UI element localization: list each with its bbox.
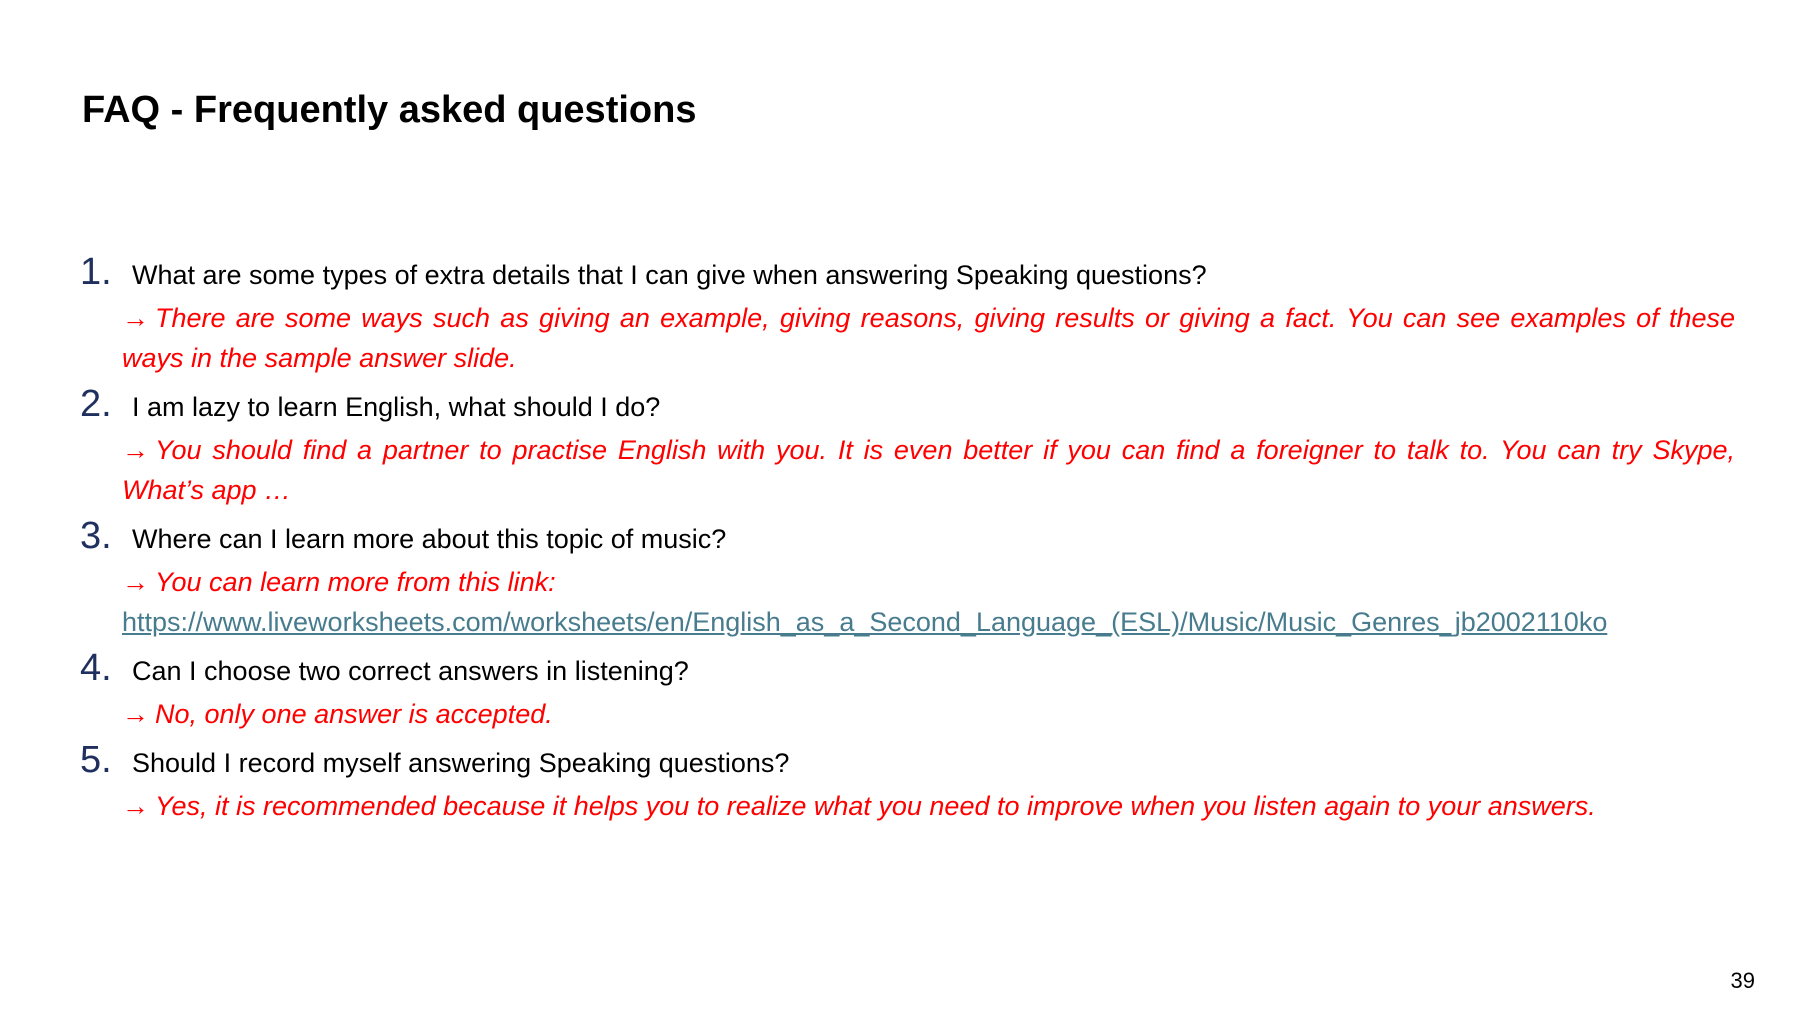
right-arrow-icon: → xyxy=(122,303,149,333)
answer-content: You can learn more from this link: xyxy=(155,567,556,597)
question-row: 1. What are some types of extra details … xyxy=(80,252,1735,292)
slide: FAQ - Frequently asked questions 1. What… xyxy=(0,0,1800,1012)
question-number: 2. xyxy=(80,383,112,425)
question-number: 5. xyxy=(80,739,112,781)
question-text: Can I choose two correct answers in list… xyxy=(132,656,689,686)
question-row: 2. I am lazy to learn English, what shou… xyxy=(80,384,1735,424)
answer-content: There are some ways such as giving an ex… xyxy=(122,303,1735,373)
answer-text: → Yes, it is recommended because it helps… xyxy=(122,786,1735,826)
answer-text: → You can learn more from this link: http… xyxy=(122,562,1735,642)
question-row: 3. Where can I learn more about this top… xyxy=(80,516,1735,556)
page-title: FAQ - Frequently asked questions xyxy=(82,89,697,131)
answer-content: No, only one answer is accepted. xyxy=(155,699,553,729)
faq-item: 1. What are some types of extra details … xyxy=(80,252,1735,378)
question-text: What are some types of extra details tha… xyxy=(132,260,1207,290)
right-arrow-icon: → xyxy=(122,699,149,729)
question-number: 1. xyxy=(80,251,112,293)
right-arrow-icon: → xyxy=(122,435,149,465)
faq-list: 1. What are some types of extra details … xyxy=(80,252,1735,832)
question-text: Should I record myself answering Speakin… xyxy=(132,748,790,778)
question-number: 3. xyxy=(80,515,112,557)
faq-item: 2. I am lazy to learn English, what shou… xyxy=(80,384,1735,510)
faq-item: 5. Should I record myself answering Spea… xyxy=(80,740,1735,826)
answer-content: Yes, it is recommended because it helps … xyxy=(155,791,1596,821)
page-number: 39 xyxy=(1730,968,1755,993)
faq-item: 3. Where can I learn more about this top… xyxy=(80,516,1735,642)
answer-text: → You should find a partner to practise E… xyxy=(122,430,1735,510)
faq-item: 4. Can I choose two correct answers in l… xyxy=(80,648,1735,734)
right-arrow-icon: → xyxy=(122,791,149,821)
resource-link[interactable]: https://www.liveworksheets.com/worksheet… xyxy=(122,602,1735,642)
question-number: 4. xyxy=(80,647,112,689)
question-row: 5. Should I record myself answering Spea… xyxy=(80,740,1735,780)
right-arrow-icon: → xyxy=(122,567,149,597)
answer-content: You should find a partner to practise En… xyxy=(122,435,1735,505)
question-row: 4. Can I choose two correct answers in l… xyxy=(80,648,1735,688)
question-text: Where can I learn more about this topic … xyxy=(132,524,727,554)
question-text: I am lazy to learn English, what should … xyxy=(132,392,661,422)
answer-text: → There are some ways such as giving an e… xyxy=(122,298,1735,378)
answer-text: → No, only one answer is accepted. xyxy=(122,694,1735,734)
